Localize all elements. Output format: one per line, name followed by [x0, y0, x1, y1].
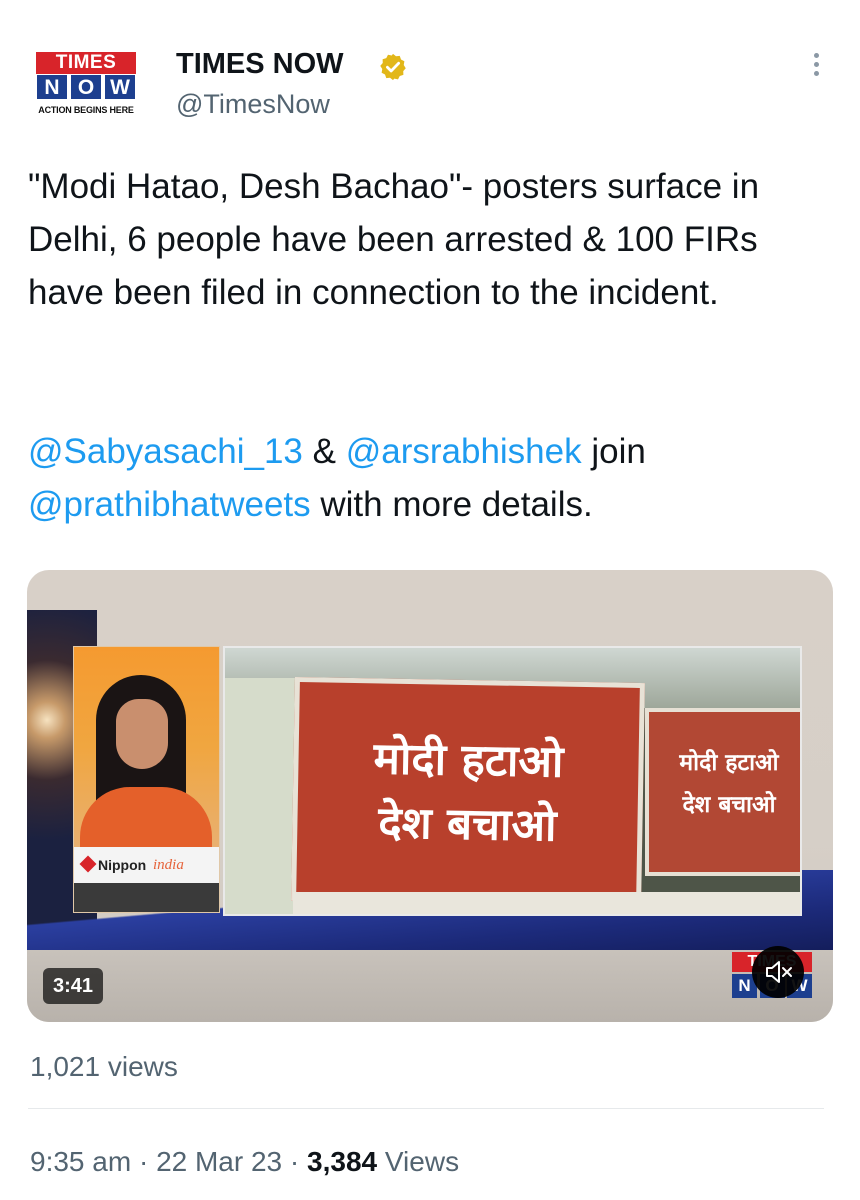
meta-separator: · — [289, 1146, 300, 1177]
poster-footage: मोदी हटाओ देश बचाओ मोदी हटाओ देश बचाओ — [223, 646, 802, 916]
more-options-icon[interactable] — [806, 50, 826, 80]
logo-now-letters: N O W — [36, 74, 136, 100]
display-name[interactable]: TIMES NOW — [176, 46, 344, 82]
tweet-time[interactable]: 9:35 am — [30, 1146, 131, 1177]
avatar-logo[interactable]: TIMES N O W ACTION BEGINS HERE — [30, 52, 142, 120]
sponsor-logo-icon — [79, 855, 97, 873]
logo-times-text: TIMES — [36, 52, 136, 74]
tweet-mentions: @Sabyasachi_13 & @arsrabhishek join @pra… — [28, 425, 833, 531]
footage-wall — [225, 678, 295, 914]
mention-tail-text: with more details. — [320, 485, 593, 524]
poster-large-text: मोदी हटाओ देश बचाओ — [373, 733, 564, 852]
video-view-count: 1,021 views — [30, 1051, 178, 1082]
mention-link[interactable]: @arsrabhishek — [346, 432, 582, 471]
sponsor-suffix: india — [153, 857, 184, 873]
sponsor-banner: Nippon india — [74, 847, 219, 883]
news-anchor-frame: Nippon india — [73, 646, 220, 913]
studio-floor — [27, 950, 833, 1022]
meta-separator: · — [138, 1146, 149, 1177]
verified-badge-icon[interactable] — [378, 52, 408, 82]
mention-join-text: join — [591, 432, 646, 471]
poster-small-text: मोदी हटाओ देश बचाओ — [679, 750, 779, 818]
views-label: Views — [384, 1146, 460, 1177]
anchor-face — [116, 699, 168, 769]
mention-link[interactable]: @Sabyasachi_13 — [28, 432, 303, 471]
logo-letter: N — [36, 74, 68, 100]
poster-large: मोदी हटाओ देश बचाओ — [291, 676, 645, 908]
newspaper-strip — [293, 892, 800, 914]
tweet-text: "Modi Hatao, Desh Bachao"- posters surfa… — [28, 167, 760, 312]
video-player[interactable]: Nippon india मोदी हटाओ देश बचाओ मोदी हटा… — [27, 570, 833, 1022]
logo-tagline: ACTION BEGINS HERE — [38, 105, 134, 115]
sponsor-name: Nippon — [98, 857, 147, 873]
user-handle[interactable]: @TimesNow — [176, 87, 330, 121]
muted-speaker-icon[interactable] — [752, 946, 804, 998]
mention-separator: & — [312, 432, 336, 471]
tweet-view-count: 3,384 — [307, 1146, 378, 1177]
poster-small: मोदी हटाओ देश बचाओ — [645, 708, 800, 876]
mention-link[interactable]: @prathibhatweets — [28, 485, 311, 524]
divider — [28, 1108, 824, 1109]
tweet-date[interactable]: 22 Mar 23 — [156, 1146, 282, 1177]
logo-letter: O — [70, 74, 102, 100]
video-duration: 3:41 — [43, 968, 104, 1004]
tweet-metadata: 9:35 am · 22 Mar 23 · 3,384 Views — [30, 1143, 459, 1181]
anchor-desk — [74, 883, 219, 912]
logo-letter: W — [104, 74, 136, 100]
